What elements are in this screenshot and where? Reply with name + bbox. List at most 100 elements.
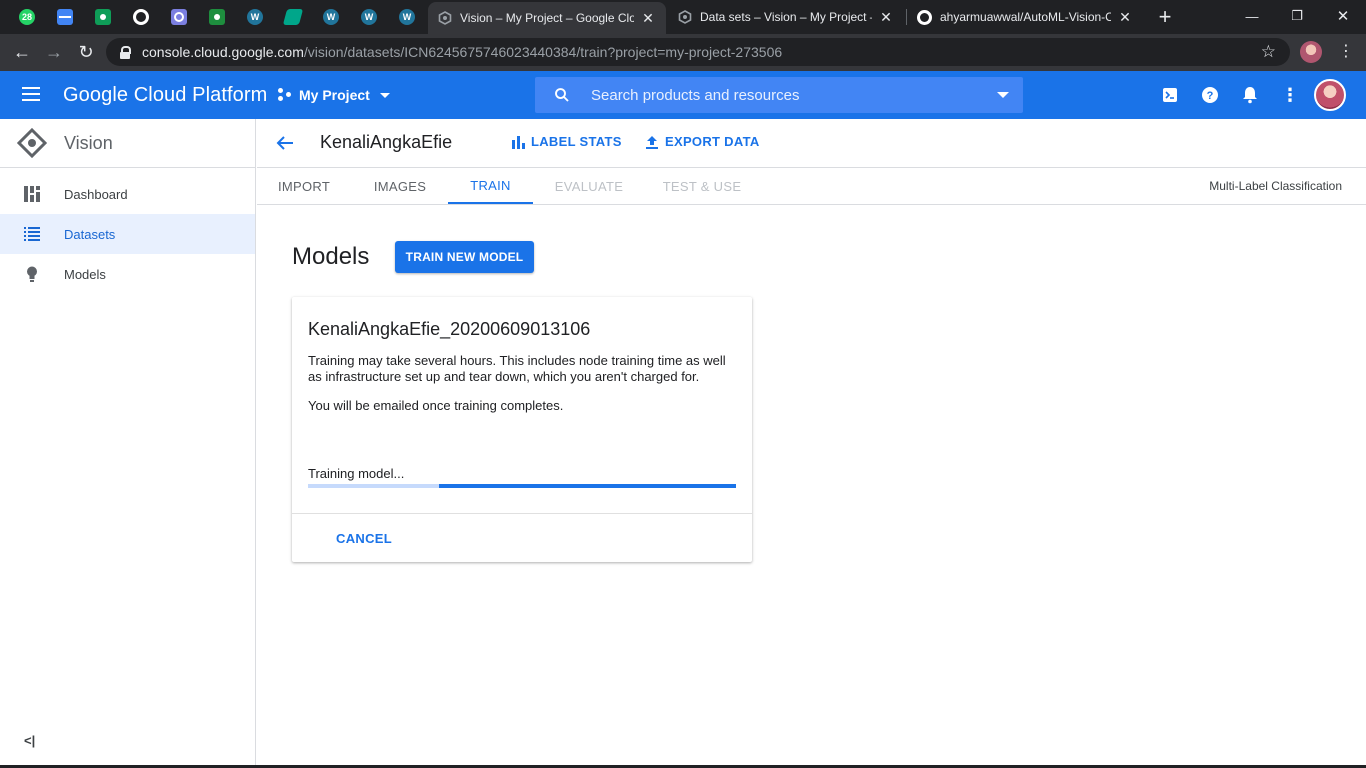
progress-indicator xyxy=(439,484,736,488)
pinned-tab-wordpress[interactable]: W xyxy=(312,0,350,34)
bar-chart-icon xyxy=(512,135,525,149)
gcp-hex-icon xyxy=(678,10,692,24)
pinned-tab-github[interactable] xyxy=(122,0,160,34)
pinned-tab[interactable] xyxy=(46,0,84,34)
dashboard-icon xyxy=(23,185,41,203)
tab-title: ahyarmuawwal/AutoML-Vision-Classificatio… xyxy=(940,10,1111,24)
product-header: Vision xyxy=(0,119,255,168)
card-divider xyxy=(292,513,752,514)
page-title: Models xyxy=(292,243,370,270)
github-icon xyxy=(917,9,932,25)
browser-tab-strip: 28 W W W W Vision – My Project – Google … xyxy=(0,0,1366,34)
minimize-button[interactable]: — xyxy=(1229,0,1275,32)
model-name: KenaliAngkaEfie_20200609013106 xyxy=(308,319,591,339)
reload-button[interactable]: ↻ xyxy=(73,39,99,65)
training-description: Training may take several hours. This in… xyxy=(308,353,726,384)
lightbulb-icon xyxy=(23,265,41,283)
classification-type: Multi-Label Classification xyxy=(1209,179,1342,193)
lock-icon xyxy=(120,45,131,59)
label-stats-button[interactable]: LABEL STATS xyxy=(511,134,622,149)
email-note: You will be emailed once training comple… xyxy=(308,398,564,413)
pinned-tab-whatsapp[interactable]: 28 xyxy=(8,0,46,34)
bookmark-star-icon[interactable]: ☆ xyxy=(1261,42,1276,62)
wordpress-icon: W xyxy=(399,9,415,25)
sidebar-item-datasets[interactable]: Datasets xyxy=(0,214,255,254)
tab-import[interactable]: IMPORT xyxy=(257,168,351,204)
whatsapp-icon: 28 xyxy=(19,9,35,25)
project-dots-icon xyxy=(278,88,292,102)
model-card: KenaliAngkaEfie_20200609013106 Training … xyxy=(292,297,752,562)
tab-train[interactable]: TRAIN xyxy=(448,168,533,204)
app-icon xyxy=(282,9,304,25)
gcp-header: Google Cloud Platform My Project ? ⋮ xyxy=(0,71,1366,119)
pinned-tab-wordpress[interactable]: W xyxy=(236,0,274,34)
product-name: Vision xyxy=(64,132,113,153)
tab-title: Data sets – Vision – My Project – Google… xyxy=(700,10,872,24)
avatar[interactable] xyxy=(1314,79,1346,111)
browser-tab-github[interactable]: ahyarmuawwal/AutoML-Vision-Classificatio… xyxy=(907,0,1143,34)
more-vert-icon[interactable]: ⋮ xyxy=(1280,85,1300,105)
train-new-model-button[interactable]: TRAIN NEW MODEL xyxy=(395,241,534,273)
collapse-nav-button[interactable]: <| xyxy=(24,733,35,748)
training-status: Training model... xyxy=(308,466,405,481)
pinned-tab[interactable] xyxy=(160,0,198,34)
chevron-down-icon[interactable] xyxy=(997,92,1009,98)
wordpress-icon: W xyxy=(247,9,263,25)
notifications-bell-icon[interactable] xyxy=(1240,85,1260,105)
pinned-tab[interactable] xyxy=(84,0,122,34)
classroom-icon xyxy=(209,9,225,25)
restore-button[interactable]: ❐ xyxy=(1274,0,1320,32)
left-nav: Vision Dashboard Datasets Models <| xyxy=(0,119,256,768)
project-name: My Project xyxy=(299,87,370,103)
tab-images[interactable]: IMAGES xyxy=(356,168,444,204)
browser-toolbar: ← → ↻ console.cloud.google.com/vision/da… xyxy=(0,34,1366,71)
vision-logo-icon xyxy=(17,128,47,158)
new-tab-button[interactable]: + xyxy=(1154,4,1176,30)
github-icon xyxy=(133,9,149,25)
search-bar[interactable] xyxy=(535,77,1023,113)
export-data-button[interactable]: EXPORT DATA xyxy=(645,134,760,149)
address-bar[interactable]: console.cloud.google.com/vision/datasets… xyxy=(106,38,1290,66)
chevron-down-icon xyxy=(379,92,390,98)
back-arrow-icon[interactable] xyxy=(275,133,295,153)
sidebar-item-label: Models xyxy=(64,266,106,282)
help-icon[interactable]: ? xyxy=(1200,85,1220,105)
list-icon xyxy=(23,225,41,243)
wordpress-icon: W xyxy=(361,9,377,25)
hamburger-menu-icon[interactable] xyxy=(22,87,40,101)
forward-button[interactable]: → xyxy=(41,39,67,65)
gcp-hex-icon xyxy=(438,11,452,25)
export-data-label: EXPORT DATA xyxy=(665,134,760,149)
pinned-tab-wordpress[interactable]: W xyxy=(350,0,388,34)
browser-tab-datasets[interactable]: Data sets – Vision – My Project – Google… xyxy=(668,0,904,34)
tab-test-and-use[interactable]: TEST & USE xyxy=(657,168,747,204)
pinned-tab[interactable] xyxy=(274,0,312,34)
close-icon[interactable]: ✕ xyxy=(640,10,656,27)
sidebar-item-label: Datasets xyxy=(64,226,116,242)
card-icon xyxy=(57,9,73,25)
close-icon[interactable]: ✕ xyxy=(1117,9,1133,26)
dataset-name: KenaliAngkaEfie xyxy=(320,132,453,152)
cloud-shell-icon[interactable] xyxy=(1160,85,1180,105)
cancel-button[interactable]: CANCEL xyxy=(336,531,392,546)
sidebar-item-label: Dashboard xyxy=(64,186,128,202)
pinned-tab-wordpress[interactable]: W xyxy=(388,0,426,34)
classroom-icon xyxy=(95,9,111,25)
back-button[interactable]: ← xyxy=(9,39,35,65)
upload-icon xyxy=(646,135,658,149)
tab-evaluate[interactable]: EVALUATE xyxy=(543,168,635,204)
platform-title[interactable]: Google Cloud Platform xyxy=(63,84,267,107)
project-picker[interactable]: My Project xyxy=(278,83,390,107)
dataset-header: KenaliAngkaEfie LABEL STATS EXPORT DATA xyxy=(257,119,1366,168)
search-icon xyxy=(555,88,569,102)
sidebar-item-models[interactable]: Models xyxy=(0,254,255,294)
browser-tab-vision[interactable]: Vision – My Project – Google Cloud ✕ xyxy=(428,2,666,34)
window-close-button[interactable]: ✕ xyxy=(1320,0,1366,32)
sidebar-item-dashboard[interactable]: Dashboard xyxy=(0,174,255,214)
browser-menu-button[interactable]: ⋮ xyxy=(1336,40,1356,64)
tab-title: Vision – My Project – Google Cloud xyxy=(460,11,634,25)
close-icon[interactable]: ✕ xyxy=(878,9,894,26)
pinned-tab[interactable] xyxy=(198,0,236,34)
search-input[interactable] xyxy=(591,86,997,104)
browser-profile-avatar[interactable] xyxy=(1300,41,1322,63)
